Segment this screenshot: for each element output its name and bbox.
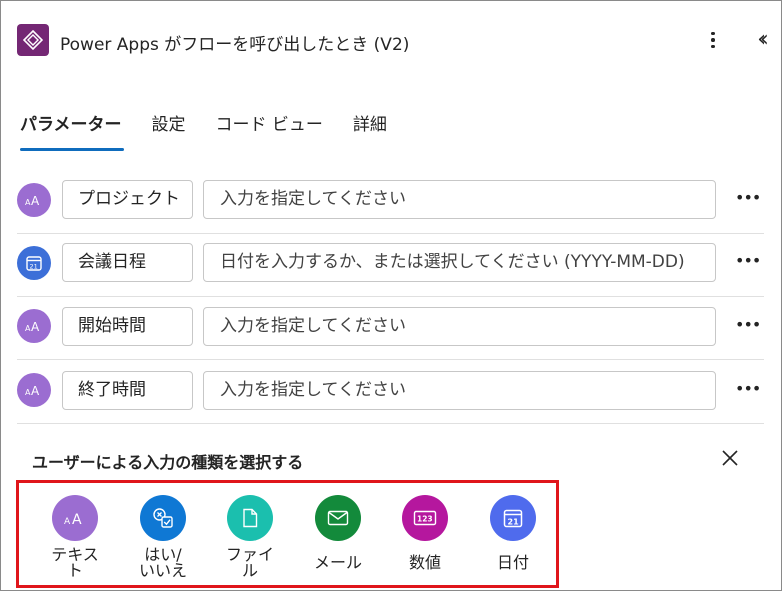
input-type-mail-option[interactable]: メール: [303, 495, 373, 571]
text-icon: AA: [17, 183, 51, 217]
parameter-name-field[interactable]: 終了時間: [62, 371, 193, 410]
close-icon[interactable]: [718, 446, 742, 470]
tab-code-view[interactable]: コード ビュー: [216, 113, 323, 151]
input-type-text-option[interactable]: AA テキス ト: [40, 495, 110, 579]
tab-details[interactable]: 詳細: [353, 113, 387, 151]
parameter-value-input[interactable]: 日付を入力するか、または選択してください (YYYY-MM-DD): [203, 243, 716, 282]
more-horizontal-icon[interactable]: •••: [735, 251, 761, 270]
yes-no-icon: [140, 495, 186, 541]
option-label-text: ファイ ル: [225, 545, 274, 580]
parameter-name-field[interactable]: 開始時間: [62, 307, 193, 346]
svg-text:21: 21: [508, 518, 520, 527]
svg-text:A: A: [31, 320, 40, 332]
option-label-text: 日付: [496, 553, 529, 572]
calendar-icon: 21: [17, 246, 51, 280]
tab-bar: パラメーター 設定 コード ビュー 詳細: [20, 113, 417, 153]
option-label: はい/ いいえ: [128, 547, 198, 579]
more-horizontal-icon[interactable]: •••: [735, 188, 761, 207]
row-divider: [17, 423, 764, 424]
more-vertical-icon[interactable]: [701, 26, 725, 54]
text-icon: AA: [17, 373, 51, 407]
tab-settings[interactable]: 設定: [152, 113, 186, 151]
more-horizontal-icon[interactable]: •••: [735, 315, 761, 334]
svg-text:A: A: [31, 194, 40, 206]
option-label-text: 数値: [408, 553, 441, 572]
text-icon: AA: [17, 309, 51, 343]
option-label: 数値: [390, 555, 460, 571]
power-apps-icon: [17, 24, 49, 56]
option-label: ファイ ル: [215, 547, 285, 579]
text-icon: AA: [52, 495, 98, 541]
svg-text:123: 123: [417, 515, 433, 524]
parameter-name-field[interactable]: 会議日程: [62, 243, 193, 282]
panel-header: Power Apps がフローを呼び出したとき (V2) ‹‹: [17, 24, 777, 58]
tab-parameters[interactable]: パラメーター: [20, 113, 123, 151]
parameter-value-input[interactable]: 入力を指定してください: [203, 180, 716, 219]
option-label: メール: [303, 555, 373, 571]
row-divider: [17, 233, 764, 234]
number-icon: 123: [402, 495, 448, 541]
input-type-date-option[interactable]: 21 日付: [478, 495, 548, 571]
parameter-value-input[interactable]: 入力を指定してください: [203, 371, 716, 410]
svg-text:A: A: [64, 517, 71, 525]
input-type-picker-title: ユーザーによる入力の種類を選択する: [32, 453, 304, 472]
option-label: テキス ト: [40, 547, 110, 579]
chevron-double-left-icon[interactable]: ‹‹: [748, 27, 772, 53]
input-type-file-option[interactable]: ファイ ル: [215, 495, 285, 579]
calendar-icon: 21: [490, 495, 536, 541]
option-label-text: はい/ いいえ: [138, 545, 187, 580]
panel-title: Power Apps がフローを呼び出したとき (V2): [60, 35, 410, 55]
option-label-text: メール: [313, 553, 362, 572]
svg-text:A: A: [31, 384, 40, 396]
parameter-value-input[interactable]: 入力を指定してください: [203, 307, 716, 346]
option-label-text: テキス ト: [51, 545, 99, 580]
more-horizontal-icon[interactable]: •••: [735, 379, 761, 398]
file-icon: [227, 495, 273, 541]
svg-text:A: A: [72, 512, 82, 525]
row-divider: [17, 296, 764, 297]
option-label: 日付: [478, 555, 548, 571]
input-type-yes-no-option[interactable]: はい/ いいえ: [128, 495, 198, 579]
input-type-number-option[interactable]: 123 数値: [390, 495, 460, 571]
parameter-name-field[interactable]: プロジェクト: [62, 180, 193, 219]
mail-icon: [315, 495, 361, 541]
svg-text:21: 21: [30, 263, 38, 271]
row-divider: [17, 359, 764, 360]
